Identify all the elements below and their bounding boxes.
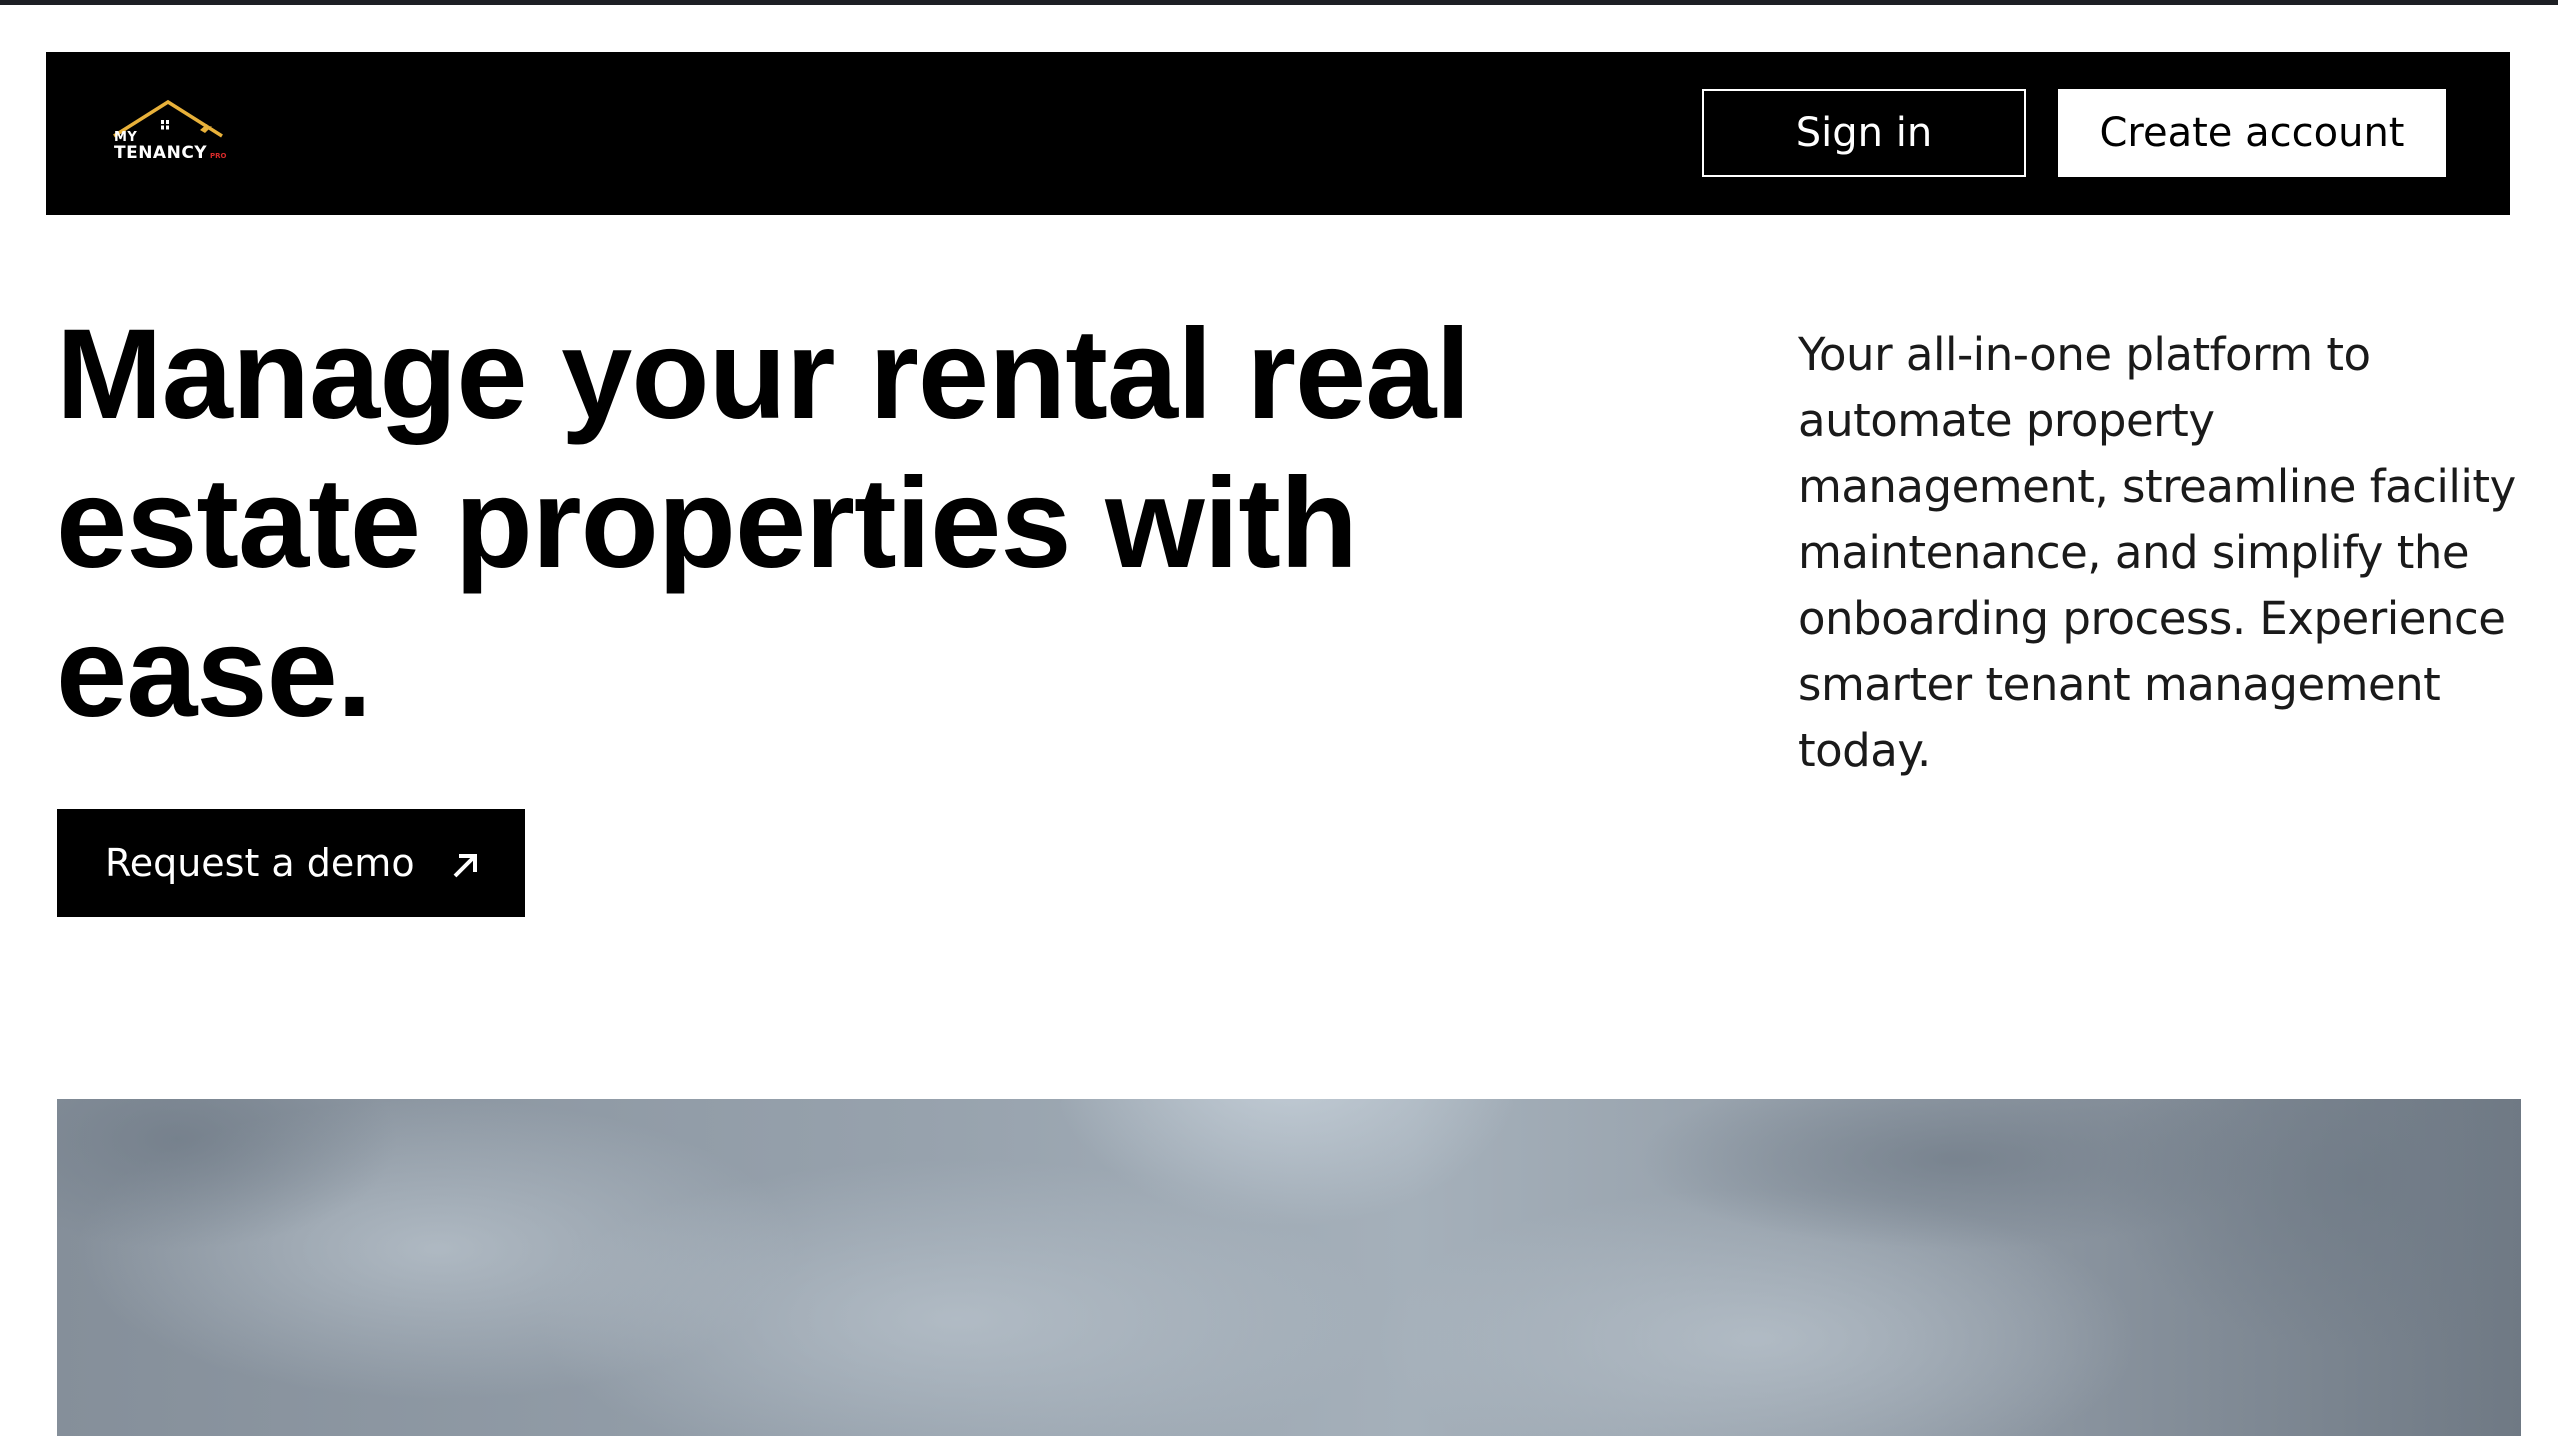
logo-text-suffix: PRO xyxy=(210,152,227,160)
logo-text-line2: TENANCY xyxy=(114,143,208,163)
site-header: MY TENANCY PRO Sign in Create account xyxy=(46,52,2510,215)
sign-in-button[interactable]: Sign in xyxy=(1702,89,2026,177)
request-demo-label: Request a demo xyxy=(105,841,415,885)
hero-title: Manage your rental real estate propertie… xyxy=(56,303,1471,744)
arrow-up-right-icon xyxy=(449,847,481,879)
hero-description: Your all-in-one platform to automate pro… xyxy=(1798,328,2516,777)
landing-page: MY TENANCY PRO Sign in Create account Ma… xyxy=(0,0,2558,1436)
request-demo-button[interactable]: Request a demo xyxy=(57,809,525,917)
brand-logo[interactable]: MY TENANCY PRO xyxy=(112,98,292,174)
top-border xyxy=(0,0,2558,5)
hero-cloud-image xyxy=(57,1099,2521,1436)
create-account-button[interactable]: Create account xyxy=(2058,89,2446,177)
